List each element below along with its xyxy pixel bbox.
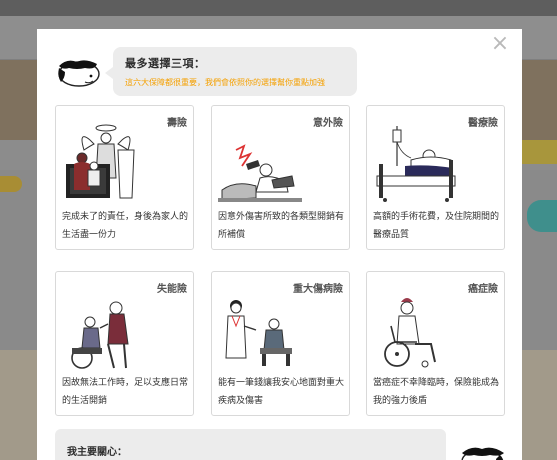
- card-description: 完成未了的責任，身後為家人的生活盡一份力: [62, 212, 189, 240]
- hospital-bed-illustration-icon: [376, 126, 456, 202]
- card-life-insurance[interactable]: 壽險 完成未了的責任，身後為家人的生活盡一份力: [55, 105, 194, 250]
- concern-label: 我主要關心：: [67, 447, 127, 458]
- card-description: 因意外傷害所致的各類型開銷有所補償: [218, 212, 345, 240]
- concern-bubble: 我主要關心：: [55, 429, 446, 460]
- card-title: 壽險: [167, 118, 187, 129]
- background-pill: [0, 176, 22, 192]
- card-title: 醫療險: [468, 118, 498, 129]
- card-description: 因故無法工作時，足以支應日常的生活開銷: [62, 378, 189, 406]
- wheelchair-elder-illustration-icon: [71, 301, 129, 369]
- card-description: 能有一筆錢讓我安心地面對重大疾病及傷害: [218, 378, 345, 406]
- prompt-bubble: 最多選擇三項： 這六大保障都很重要，我們會依照你的選擇幫你重點加強: [105, 47, 357, 96]
- background-yellow-tag: [521, 140, 557, 164]
- card-accident-insurance[interactable]: 意外險 因意外傷害所致的各類型開銷有所補償: [211, 105, 350, 250]
- dog-mascot-icon: [58, 60, 100, 87]
- card-cancer-insurance[interactable]: 癌症險 當癌症不幸降臨時，保險能成為我的強力後盾: [366, 271, 505, 416]
- close-button[interactable]: ×: [490, 33, 510, 55]
- card-disability-insurance[interactable]: 失能險 因故無法工作時，足以支應日常的生活開銷: [55, 271, 194, 416]
- card-title: 癌症險: [468, 284, 498, 295]
- doctor-patient-illustration-icon: [225, 300, 292, 366]
- prompt-title: 最多選擇三項：: [125, 57, 206, 70]
- card-title: 失能險: [157, 284, 187, 295]
- wheelchair-patient-illustration-icon: [384, 298, 436, 368]
- card-title: 意外險: [313, 118, 343, 129]
- background-teal-button: [527, 200, 557, 232]
- accident-illustration-icon: [218, 144, 302, 202]
- card-critical-illness-insurance[interactable]: 重大傷病險 能有一筆錢讓我安心地面對重大疾病及傷害: [211, 271, 350, 416]
- card-description: 高額的手術花費，及住院期間的醫療品質: [373, 212, 500, 240]
- angel-family-illustration-icon: [66, 124, 135, 199]
- card-description: 當癌症不幸降臨時，保險能成為我的強力後盾: [373, 378, 500, 406]
- dog-mascot-icon: [461, 447, 504, 460]
- background-topbar: [0, 0, 557, 16]
- prompt-subtitle: 這六大保障都很重要，我們會依照你的選擇幫你重點加強: [125, 78, 325, 87]
- card-medical-insurance[interactable]: 醫療險 高額的手術花費，及住院期間的醫療品質: [366, 105, 505, 250]
